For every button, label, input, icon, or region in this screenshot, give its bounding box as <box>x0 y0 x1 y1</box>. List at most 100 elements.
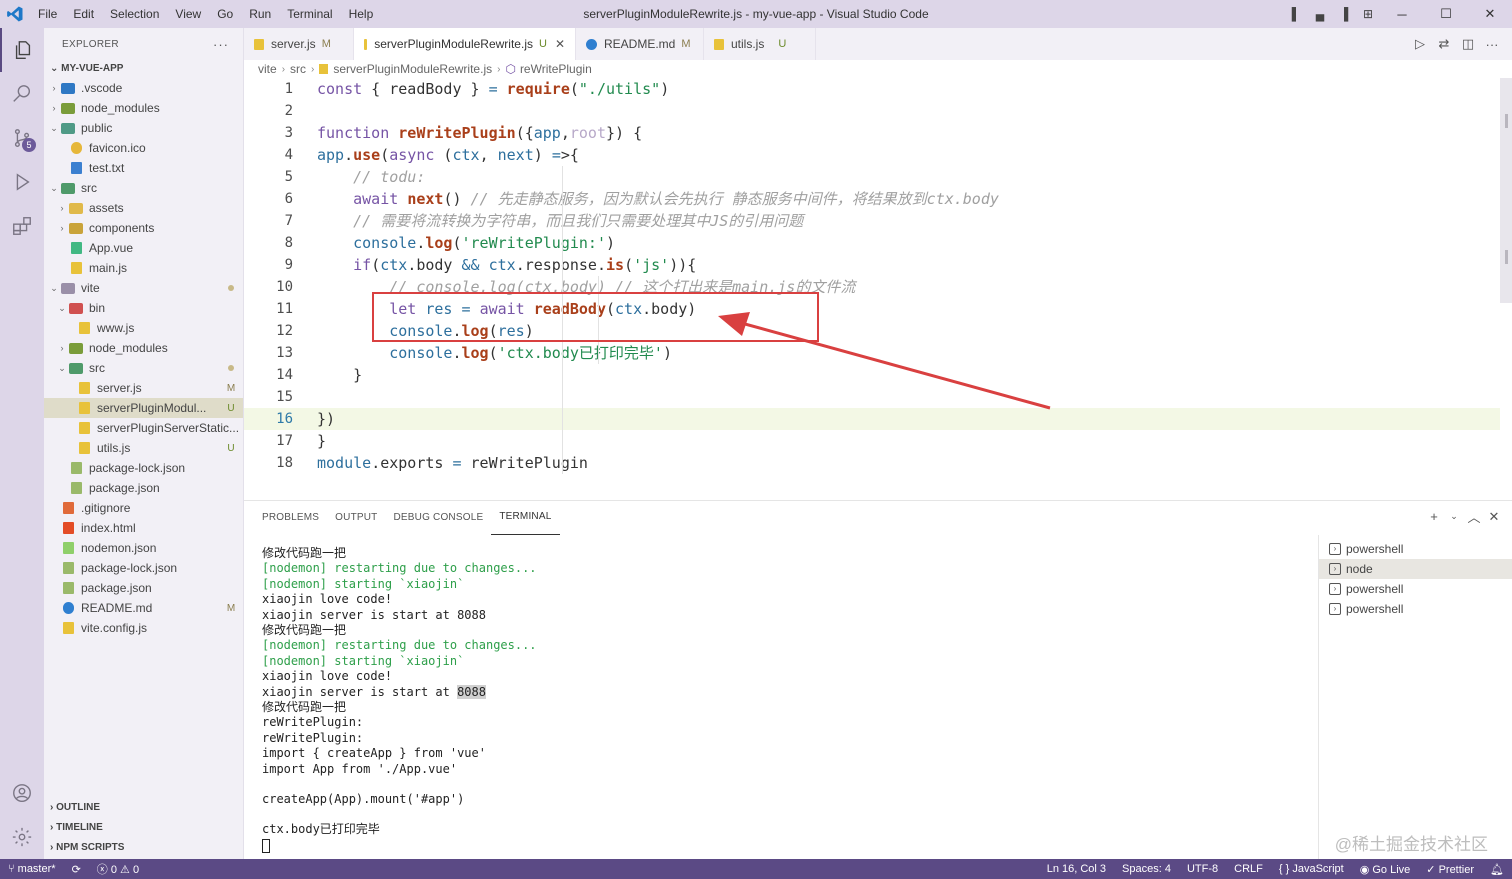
search-icon[interactable] <box>0 72 44 116</box>
tab-readme[interactable]: README.md M <box>576 28 704 60</box>
tree-file[interactable]: .gitignore <box>44 498 243 518</box>
menu-edit[interactable]: Edit <box>65 0 102 28</box>
chevron-right-icon[interactable]: › <box>48 103 60 113</box>
breadcrumb-item[interactable]: src <box>290 62 306 76</box>
scrollbar-thumb[interactable] <box>1500 78 1512 303</box>
chevron-right-icon[interactable]: › <box>48 83 60 93</box>
tree-folder[interactable]: ⌄ src <box>44 178 243 198</box>
new-terminal-icon[interactable]: + <box>1424 509 1444 524</box>
menu-help[interactable]: Help <box>341 0 382 28</box>
terminal-list-item[interactable]: › powershell <box>1319 579 1512 599</box>
prettier-status[interactable]: ✓ Prettier <box>1418 863 1482 876</box>
code-editor[interactable]: 1 const { readBody } = require("./utils")… <box>244 78 1512 500</box>
chevron-down-icon[interactable]: ⌄ <box>1444 511 1464 522</box>
tree-folder[interactable]: ⌄ bin <box>44 298 243 318</box>
tree-file[interactable]: www.js <box>44 318 243 338</box>
more-editor-actions-icon[interactable]: ··· <box>1480 37 1504 52</box>
tree-file[interactable]: README.md M <box>44 598 243 618</box>
code-line[interactable]: 2 <box>244 100 1500 122</box>
language-mode[interactable]: { } JavaScript <box>1271 863 1352 875</box>
tree-file[interactable]: test.txt <box>44 158 243 178</box>
tree-folder[interactable]: ⌄ vite <box>44 278 243 298</box>
tab-server-plugin-module-rewrite[interactable]: serverPluginModuleRewrite.js U ✕ <box>354 28 576 60</box>
tree-folder[interactable]: ⌄ src <box>44 358 243 378</box>
settings-gear-icon[interactable] <box>0 815 44 859</box>
tree-file[interactable]: App.vue <box>44 238 243 258</box>
timeline-section[interactable]: › TIMELINE <box>44 818 244 838</box>
code-line[interactable]: 17} <box>244 430 1500 452</box>
tree-file[interactable]: serverPluginServerStatic... <box>44 418 243 438</box>
tab-server-js[interactable]: server.js M <box>244 28 354 60</box>
code-line[interactable]: 6 await next() // 先走静态服务，因为默认会先执行 静态服务中间… <box>244 188 1500 210</box>
terminal-list-item[interactable]: › node <box>1319 559 1512 579</box>
tree-file[interactable]: package-lock.json <box>44 458 243 478</box>
run-file-icon[interactable]: ▷ <box>1408 36 1432 52</box>
explorer-icon[interactable] <box>0 28 44 72</box>
tab-output[interactable]: OUTPUT <box>327 501 385 535</box>
maximize-panel-icon[interactable]: ︿ <box>1464 507 1484 526</box>
menu-go[interactable]: Go <box>209 0 241 28</box>
code-line[interactable]: 18 module.exports = reWritePlugin <box>244 452 1500 474</box>
menu-view[interactable]: View <box>167 0 209 28</box>
tree-file[interactable]: favicon.ico <box>44 138 243 158</box>
code-line[interactable]: 8 console.log('reWritePlugin:') <box>244 232 1500 254</box>
tree-file[interactable]: package.json <box>44 578 243 598</box>
code-line[interactable]: 4 app.use(async (ctx, next) =>{ <box>244 144 1500 166</box>
notifications-icon[interactable]: 🔔︎ <box>1482 863 1512 876</box>
chevron-right-icon[interactable]: › <box>56 223 68 233</box>
line-ending[interactable]: CRLF <box>1226 863 1271 875</box>
cursor-position[interactable]: Ln 16, Col 3 <box>1039 863 1114 875</box>
close-window-button[interactable]: ✕ <box>1468 6 1512 22</box>
accounts-icon[interactable] <box>0 771 44 815</box>
toggle-panel-icon[interactable]: ▄ <box>1308 7 1332 21</box>
toggle-secondary-sidebar-icon[interactable]: ▐ <box>1332 7 1356 21</box>
extensions-icon[interactable] <box>0 204 44 248</box>
encoding[interactable]: UTF-8 <box>1179 863 1226 875</box>
menu-selection[interactable]: Selection <box>102 0 167 28</box>
code-line[interactable]: 1 const { readBody } = require("./utils") <box>244 78 1500 100</box>
code-line[interactable]: 7 // 需要将流转换为字符串，而且我们只需要处理其中JS的引用问题 <box>244 210 1500 232</box>
tree-file[interactable]: serverPluginModul... U <box>44 398 243 418</box>
breadcrumb-item[interactable]: serverPluginModuleRewrite.js <box>333 62 492 76</box>
tree-folder[interactable]: › node_modules <box>44 98 243 118</box>
code-line[interactable]: 3 function reWritePlugin({app,root}) { <box>244 122 1500 144</box>
tab-utils-js[interactable]: utils.js U <box>704 28 816 60</box>
split-editor-icon[interactable]: ◫ <box>1456 36 1480 52</box>
chevron-right-icon[interactable]: › <box>56 343 68 353</box>
tab-terminal[interactable]: TERMINAL <box>491 501 560 535</box>
tree-file[interactable]: vite.config.js <box>44 618 243 638</box>
terminal-output[interactable]: 修改代码跑一把 [nodemon] restarting due to chang… <box>262 545 1312 860</box>
problems-status[interactable]: ⓧ 0 ⚠ 0 <box>89 861 147 877</box>
tree-folder[interactable]: › node_modules <box>44 338 243 358</box>
go-live-button[interactable]: ◉ Go Live <box>1352 863 1419 876</box>
toggle-sidebar-icon[interactable]: ▌ <box>1284 7 1308 21</box>
tree-folder[interactable]: › components <box>44 218 243 238</box>
npm-scripts-section[interactable]: › NPM SCRIPTS <box>44 838 244 858</box>
tree-folder[interactable]: › assets <box>44 198 243 218</box>
menu-file[interactable]: File <box>30 0 65 28</box>
tree-folder[interactable]: ⌄ public <box>44 118 243 138</box>
customize-layout-icon[interactable]: ⊞ <box>1356 7 1380 21</box>
tree-file[interactable]: main.js <box>44 258 243 278</box>
chevron-down-icon[interactable]: ⌄ <box>48 283 60 294</box>
tree-file[interactable]: package-lock.json <box>44 558 243 578</box>
terminal-list-item[interactable]: › powershell <box>1319 539 1512 559</box>
more-actions-icon[interactable]: ··· <box>213 37 229 52</box>
workspace-root[interactable]: ⌄ MY-VUE-APP <box>44 60 243 78</box>
code-line[interactable]: 5 // todu: <box>244 166 1500 188</box>
menu-terminal[interactable]: Terminal <box>279 0 340 28</box>
breadcrumb-item[interactable]: reWritePlugin <box>520 62 592 76</box>
branch-status[interactable]: ⑂ master* <box>0 863 64 875</box>
indentation[interactable]: Spaces: 4 <box>1114 863 1179 875</box>
menu-run[interactable]: Run <box>241 0 279 28</box>
tab-problems[interactable]: PROBLEMS <box>254 501 327 535</box>
terminal-list-item[interactable]: › powershell <box>1319 599 1512 619</box>
chevron-down-icon[interactable]: ⌄ <box>48 183 60 194</box>
run-debug-icon[interactable] <box>0 160 44 204</box>
tree-file[interactable]: package.json <box>44 478 243 498</box>
close-panel-icon[interactable]: ✕ <box>1484 509 1504 525</box>
tree-file[interactable]: server.js M <box>44 378 243 398</box>
breadcrumb-item[interactable]: vite <box>258 62 277 76</box>
terminal-prompt[interactable] <box>262 838 270 854</box>
tree-file[interactable]: index.html <box>44 518 243 538</box>
